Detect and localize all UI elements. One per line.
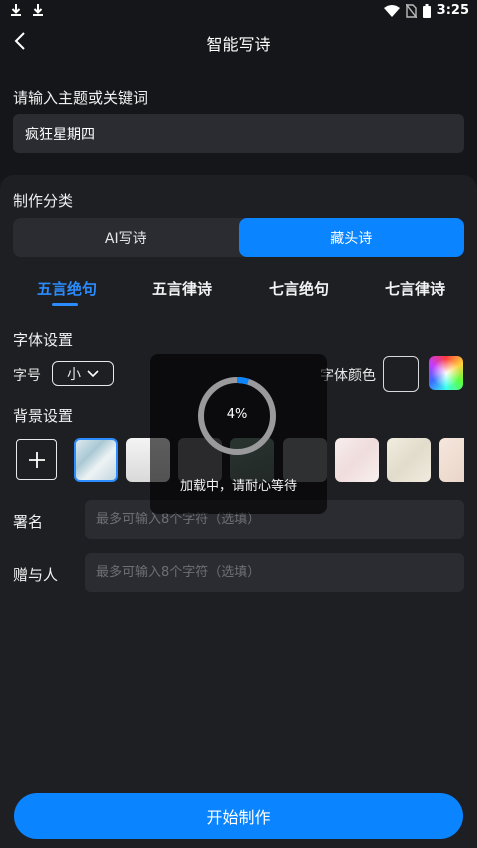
loading-dialog: 4% 加载中，请耐心等待 bbox=[150, 354, 327, 514]
font-size-label: 字号 bbox=[13, 368, 41, 384]
download-icon bbox=[11, 4, 21, 16]
add-background-button[interactable] bbox=[16, 439, 57, 480]
active-tab-indicator bbox=[52, 303, 78, 306]
background-settings-label: 背景设置 bbox=[13, 407, 74, 425]
signature-label: 署名 bbox=[13, 513, 44, 531]
status-bar: 3:25 bbox=[0, 0, 477, 24]
chevron-down-icon bbox=[87, 369, 99, 377]
category-option-ai-poem[interactable]: AI写诗 bbox=[13, 218, 239, 257]
theme-input[interactable] bbox=[13, 114, 464, 153]
wifi-icon bbox=[383, 5, 400, 17]
font-size-select[interactable]: 小 bbox=[52, 361, 114, 386]
loading-percent: 4% bbox=[226, 407, 248, 422]
background-thumbnail[interactable] bbox=[439, 438, 464, 482]
tab-qiyan-jueju[interactable]: 七言绝句 bbox=[269, 278, 329, 299]
background-thumbnail[interactable] bbox=[335, 438, 379, 482]
no-sim-icon bbox=[405, 3, 417, 18]
background-thumbnail-selected[interactable] bbox=[74, 438, 118, 482]
tab-wuyan-jueju[interactable]: 五言绝句 bbox=[37, 278, 97, 299]
start-button[interactable]: 开始制作 bbox=[14, 793, 463, 839]
status-time: 3:25 bbox=[436, 3, 469, 18]
tab-wuyan-lvshi[interactable]: 五言律诗 bbox=[152, 278, 212, 299]
font-settings-label: 字体设置 bbox=[13, 331, 74, 349]
color-picker-icon[interactable] bbox=[429, 356, 463, 390]
nav-bar: 智能写诗 bbox=[0, 24, 477, 60]
tab-qiyan-lvshi[interactable]: 七言律诗 bbox=[385, 278, 445, 299]
font-color-label: 字体颜色 bbox=[320, 368, 376, 384]
category-toggle: AI写诗 藏头诗 bbox=[13, 218, 464, 257]
battery-icon bbox=[422, 3, 431, 18]
recipient-input[interactable] bbox=[85, 553, 464, 592]
loading-text: 加载中，请耐心等待 bbox=[179, 479, 297, 494]
font-size-value: 小 bbox=[67, 366, 81, 383]
page-title: 智能写诗 bbox=[206, 35, 271, 54]
category-label: 制作分类 bbox=[13, 192, 74, 210]
theme-label: 请输入主题或关键词 bbox=[13, 89, 149, 107]
category-option-acrostic[interactable]: 藏头诗 bbox=[238, 218, 464, 257]
plus-icon bbox=[28, 451, 45, 468]
download-icon bbox=[33, 4, 43, 16]
notification-icons bbox=[10, 3, 44, 17]
recipient-label: 赠与人 bbox=[13, 566, 59, 584]
font-color-white-swatch[interactable] bbox=[383, 356, 419, 392]
background-thumbnail[interactable] bbox=[387, 438, 431, 482]
